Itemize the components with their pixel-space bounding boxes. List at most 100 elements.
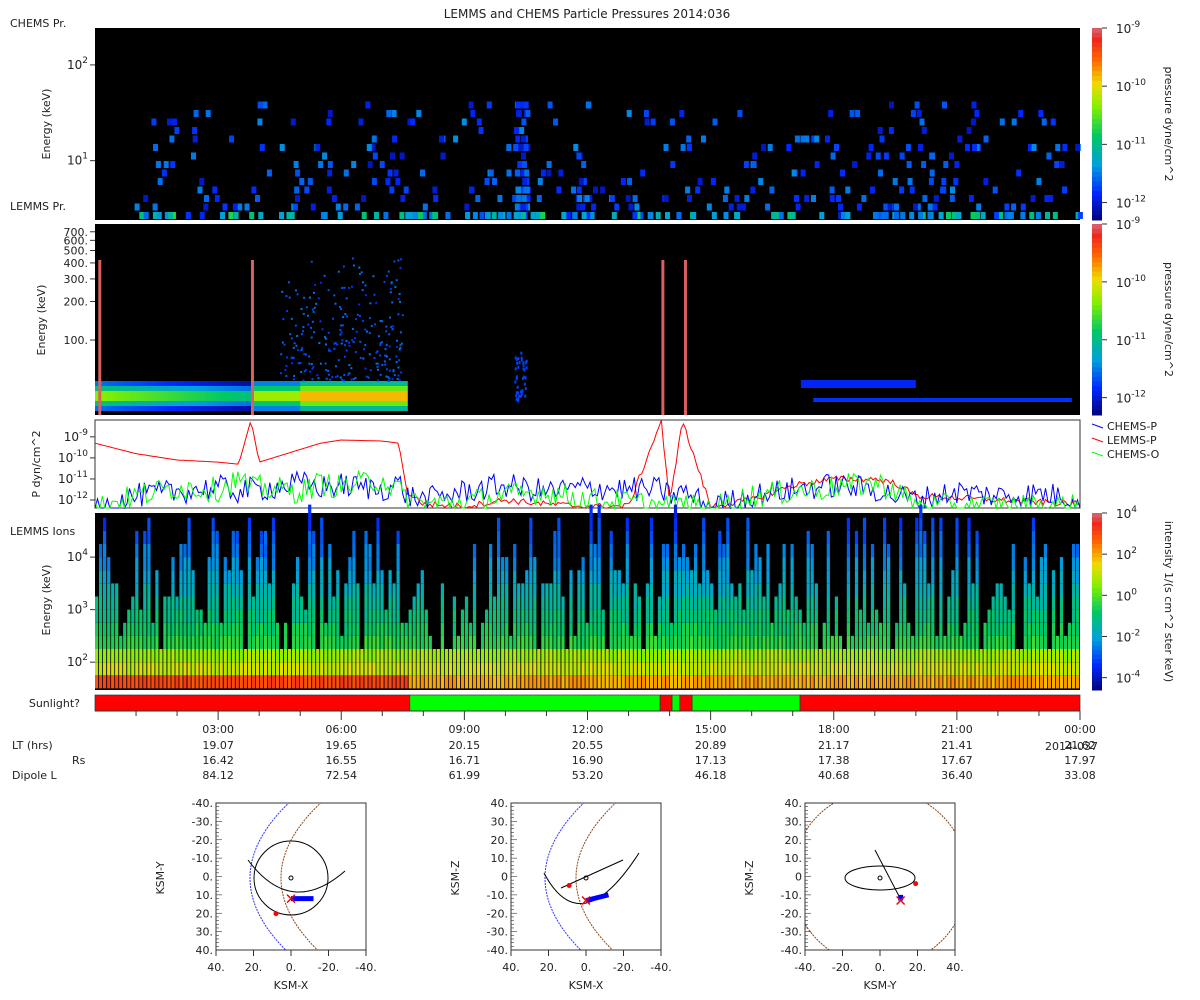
spectrogram-cell <box>344 344 346 347</box>
spectrogram-cell <box>968 195 974 202</box>
spectrogram-cell <box>331 195 337 202</box>
spectrogram-cell <box>899 635 903 649</box>
colorbar-segment <box>1092 632 1102 638</box>
spectrogram-cell <box>1076 662 1080 676</box>
spectrogram-cell <box>506 212 512 219</box>
spectrogram-cell <box>581 583 585 597</box>
spectrogram-cell <box>360 662 364 676</box>
spectrogram-cell <box>284 368 287 371</box>
spectrogram-cell <box>107 662 111 676</box>
spectrogram-cell <box>686 649 690 663</box>
spectrogram-cell <box>135 662 139 676</box>
spectrogram-cell <box>497 530 501 544</box>
spectrogram-cell <box>770 635 774 649</box>
spectrogram-cell <box>576 186 582 194</box>
spectrogram-cell <box>597 675 601 689</box>
spectrogram-cell <box>497 557 501 571</box>
spectrogram-cell <box>1027 596 1031 610</box>
spectrogram-cell <box>179 675 183 689</box>
spectrogram-cell <box>513 127 519 134</box>
spectrogram-cell <box>312 635 316 649</box>
spectrogram-cell <box>498 212 504 219</box>
spectrogram-cell <box>103 557 107 571</box>
spectrogram-cell <box>726 557 730 571</box>
spectrogram-cell <box>553 649 557 663</box>
spectrogram-cell <box>1011 583 1015 597</box>
spectrogram-cell <box>505 557 509 571</box>
spectrogram-cell <box>371 178 377 185</box>
spectrogram-cell <box>810 609 814 623</box>
spectrogram-cell <box>1031 530 1035 544</box>
spectrogram-cell <box>949 195 955 202</box>
spectrogram-cell <box>673 662 678 676</box>
spectrogram-cell <box>305 368 307 371</box>
spectrogram-cell <box>492 178 497 185</box>
spectrogram-cell <box>416 622 420 636</box>
spectrogram-cell <box>342 316 345 319</box>
spectrogram-cell <box>923 649 927 663</box>
colorbar-segment <box>1092 109 1102 115</box>
colorbar-segment <box>1092 367 1102 373</box>
spectrogram-cell <box>95 649 99 663</box>
spectrogram-cell <box>577 596 581 610</box>
spectrogram-cell <box>686 635 690 649</box>
spectrogram-cell <box>766 675 770 689</box>
spectrogram-cell <box>320 662 324 676</box>
spectrogram-cell <box>271 557 276 571</box>
spectrogram-cell <box>307 314 309 317</box>
spectrogram-cell <box>207 635 211 649</box>
spectrogram-cell <box>565 649 569 663</box>
spectrogram-cell <box>235 544 239 558</box>
spectrogram-cell <box>296 596 300 610</box>
spectrogram-cell <box>506 144 512 151</box>
spectrogram-cell <box>328 544 332 558</box>
spectrogram-cell <box>318 342 321 344</box>
spectrogram-cell <box>356 675 360 689</box>
spectrogram-cell <box>625 635 629 649</box>
spectrogram-cell <box>589 212 595 219</box>
spectrogram-cell <box>191 635 195 649</box>
spectrogram-cell <box>806 635 810 649</box>
spectrogram-cell <box>1059 583 1064 597</box>
spectrogram-cell <box>376 635 380 649</box>
spectrogram-cell <box>286 310 288 312</box>
colorbar-tick-label: 10-9 <box>1116 20 1141 36</box>
spectrogram-cell <box>856 203 862 211</box>
spectrogram-cell <box>420 596 424 610</box>
spectrogram-cell <box>975 675 979 689</box>
spectrogram-cell <box>203 203 209 211</box>
spectrogram-cell <box>327 369 330 372</box>
spectrogram-cell <box>139 662 143 676</box>
spectrogram-cell <box>722 609 726 623</box>
colorbar-segment <box>1092 329 1102 335</box>
spectrogram-cell <box>810 570 814 584</box>
colorbar-segment <box>1092 400 1102 406</box>
spectrogram-cell <box>320 635 324 649</box>
spectrogram-cell <box>513 662 517 676</box>
spectrogram-cell <box>529 596 533 610</box>
spectrogram-cell <box>352 635 356 649</box>
spectrogram-cell <box>497 570 501 584</box>
spectrogram-cell <box>192 135 198 143</box>
spectrogram-cell <box>368 332 371 335</box>
spectrogram-cell <box>207 557 211 571</box>
spectrogram-cell <box>758 622 762 636</box>
spectrogram-cell <box>846 544 850 558</box>
y-tick-label: 20. <box>785 834 803 847</box>
spectrogram-cell <box>356 635 360 649</box>
spectrogram-cell <box>139 622 143 636</box>
spectrogram-cell <box>376 596 380 610</box>
y-tick-label: 10-10 <box>58 449 88 465</box>
spectrogram-cell <box>850 675 854 689</box>
spectrogram-cell <box>472 635 477 649</box>
spectrogram-cell <box>730 675 734 689</box>
spectrogram-cell <box>365 375 368 378</box>
spectrogram-cell <box>147 557 151 571</box>
spectrogram-cell <box>694 596 698 610</box>
colorbar-segment <box>1092 539 1102 545</box>
spectrogram-cell <box>810 635 814 649</box>
spectrogram-cell <box>1019 662 1023 676</box>
spectrogram-cell <box>1043 544 1047 558</box>
spectrogram-cell <box>300 596 304 610</box>
spectrogram-cell <box>215 570 219 584</box>
